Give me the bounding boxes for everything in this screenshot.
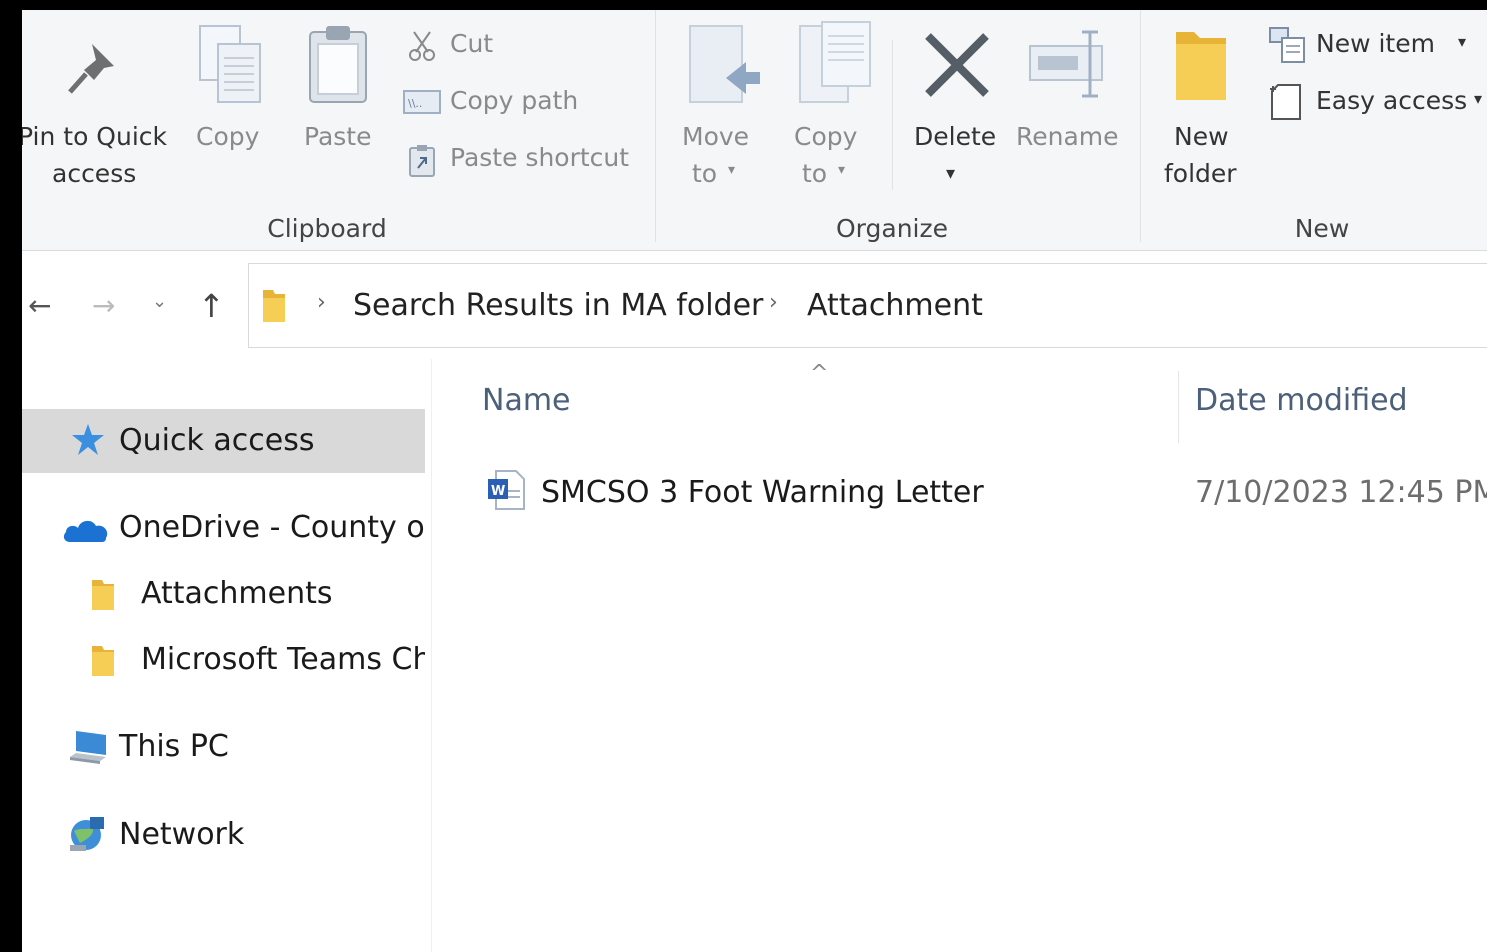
nav-label-microsoft-teams: Microsoft Teams Ch <box>141 642 425 677</box>
nav-label-this-pc: This PC <box>119 729 229 764</box>
rename-icon <box>1029 30 1103 98</box>
paste-shortcut-button[interactable]: Paste shortcut <box>402 138 662 178</box>
cut-label: Cut <box>450 29 494 58</box>
nav-label-onedrive: OneDrive - County of <box>119 510 425 545</box>
organize-group-label: Organize <box>836 214 948 243</box>
copy-icon <box>199 25 261 103</box>
back-arrow-icon[interactable]: ← <box>28 289 51 322</box>
nav-item-attachments[interactable]: Attachments <box>22 562 425 626</box>
easy-access-label: Easy access <box>1316 86 1468 115</box>
rename-button[interactable]: Rename <box>1012 10 1124 200</box>
new-item-button[interactable]: New item ▾ <box>1266 24 1487 64</box>
scissors-icon <box>409 31 435 61</box>
computer-icon <box>70 731 106 764</box>
folder-icon <box>263 290 285 322</box>
word-document-icon: W <box>488 470 525 510</box>
navigation-pane: Quick access OneDrive - County of Attach… <box>22 359 432 952</box>
ribbon-separator <box>892 40 893 190</box>
pin-label-line2: access <box>52 159 137 188</box>
folder-icon <box>92 646 114 676</box>
nav-label-quick-access: Quick access <box>119 423 315 458</box>
nav-item-this-pc[interactable]: This PC <box>22 715 425 779</box>
ribbon-separator <box>655 10 656 242</box>
column-header-date-modified[interactable]: Date modified <box>1195 383 1408 418</box>
column-header-name[interactable]: Name <box>482 383 571 418</box>
easy-access-dropdown-icon: ▾ <box>1474 89 1483 108</box>
copy-to-icon <box>799 21 871 103</box>
paste-icon <box>309 26 367 103</box>
breadcrumb-chevron-icon: › <box>317 290 326 315</box>
sort-ascending-caret-icon: ^ <box>810 361 829 386</box>
forward-arrow-icon[interactable]: → <box>92 289 115 322</box>
file-list: ^ Name Date modified W SMCSO 3 Foot Warn… <box>432 359 1487 952</box>
easy-access-button[interactable]: Easy access ▾ <box>1266 81 1487 121</box>
delete-button[interactable]: Delete ▾ <box>908 10 1004 200</box>
column-divider[interactable] <box>1178 371 1179 443</box>
address-bar[interactable]: › Search Results in MA folder › Attachme… <box>248 263 1487 348</box>
copy-to-dropdown-icon: ▾ <box>838 162 846 178</box>
move-to-icon <box>689 25 760 103</box>
ribbon-separator <box>1140 10 1141 242</box>
folder-icon <box>92 580 114 610</box>
breadcrumb-attachment[interactable]: Attachment <box>807 288 983 323</box>
onedrive-cloud-icon <box>63 520 108 542</box>
delete-dropdown-icon: ▾ <box>946 163 956 184</box>
paste-button[interactable]: Paste <box>294 10 384 200</box>
cut-button[interactable]: Cut <box>402 24 662 64</box>
easy-access-icon <box>1270 84 1301 120</box>
move-to-label-line2: to <box>692 159 718 188</box>
pin-to-quick-access-button[interactable]: Pin to Quick access <box>22 10 172 200</box>
file-date-modified: 7/10/2023 12:45 PM <box>1195 475 1487 510</box>
breadcrumb-chevron-icon: › <box>769 290 778 315</box>
paste-shortcut-icon <box>409 145 435 177</box>
new-item-icon <box>1269 27 1305 63</box>
nav-label-network: Network <box>119 817 245 852</box>
new-folder-label-line2: folder <box>1164 159 1237 188</box>
nav-item-microsoft-teams[interactable]: Microsoft Teams Ch <box>22 628 425 692</box>
copy-path-button[interactable]: \\.. Copy path <box>402 81 662 121</box>
nav-item-network[interactable]: Network <box>22 803 425 867</box>
pin-label-line1: Pin to Quick <box>22 122 167 151</box>
new-item-label: New item <box>1316 29 1435 58</box>
up-arrow-icon[interactable]: ↑ <box>198 287 225 325</box>
copy-to-label-line2: to <box>802 159 828 188</box>
delete-label: Delete <box>914 122 997 151</box>
file-row[interactable]: W SMCSO 3 Foot Warning Letter 7/10/2023 … <box>432 457 1487 517</box>
recent-locations-chevron-icon[interactable]: ⌄ <box>152 291 167 312</box>
file-name: SMCSO 3 Foot Warning Letter <box>541 475 984 510</box>
star-icon <box>72 424 104 455</box>
copy-button[interactable]: Copy <box>188 10 268 200</box>
move-to-dropdown-icon: ▾ <box>728 162 736 178</box>
nav-label-attachments: Attachments <box>141 576 333 611</box>
svg-text:W: W <box>491 484 505 499</box>
navigation-row: ← → ⌄ ↑ › Search Results in MA folder › … <box>22 251 1487 359</box>
copy-to-button[interactable]: Copy to ▾ <box>782 10 878 200</box>
pin-icon <box>68 44 114 94</box>
new-folder-label-line1: New <box>1174 122 1229 151</box>
network-icon <box>70 817 104 851</box>
delete-x-icon <box>925 33 989 97</box>
file-explorer-window: Pin to Quick access Copy Paste Cut \\.. … <box>22 10 1487 952</box>
copy-path-icon: \\.. <box>403 90 441 114</box>
move-to-button[interactable]: Move to ▾ <box>672 10 768 200</box>
clipboard-group-label: Clipboard <box>267 214 387 243</box>
copy-path-label: Copy path <box>450 86 579 115</box>
move-to-label-line1: Move <box>682 122 750 151</box>
copy-to-label-line1: Copy <box>794 122 858 151</box>
ribbon: Pin to Quick access Copy Paste Cut \\.. … <box>22 10 1487 251</box>
rename-label: Rename <box>1016 122 1119 151</box>
breadcrumb-search-results[interactable]: Search Results in MA folder <box>353 288 763 323</box>
paste-label: Paste <box>304 122 372 151</box>
new-folder-icon <box>1176 32 1226 100</box>
new-item-dropdown-icon: ▾ <box>1458 32 1467 51</box>
copy-label: Copy <box>196 122 260 151</box>
new-group-label: New <box>1294 214 1350 243</box>
nav-item-onedrive[interactable]: OneDrive - County of <box>22 496 425 560</box>
nav-item-quick-access[interactable]: Quick access <box>22 409 425 473</box>
paste-shortcut-label: Paste shortcut <box>450 143 630 172</box>
svg-text:\\..: \\.. <box>408 97 422 110</box>
new-folder-button[interactable]: New folder <box>1154 10 1254 200</box>
